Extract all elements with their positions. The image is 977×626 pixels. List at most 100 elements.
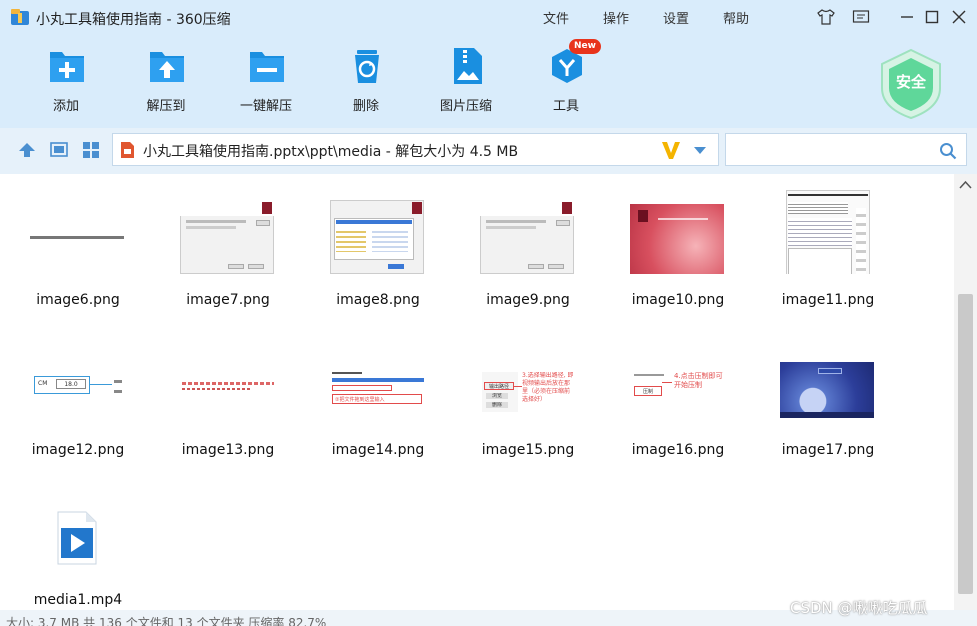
app-logo-icon (11, 9, 29, 25)
new-badge: New (569, 39, 601, 54)
tools-button[interactable]: 工具 (521, 46, 611, 118)
list-view-icon[interactable] (49, 140, 69, 160)
file-name: image12.png (31, 442, 125, 458)
file-name: image16.png (631, 442, 725, 458)
thumbnail (178, 338, 274, 424)
thumbnail: 输出路径 浏览 删除 3.选择输出路径, 即视频输出后放在那里（必须在压缩前选择… (478, 338, 574, 424)
scroll-up-icon[interactable] (959, 180, 972, 190)
path-text: 小丸工具箱使用指南.pptx\ppt\media - 解包大小为 4.5 MB (143, 144, 519, 160)
image-compress-label: 图片压缩 (439, 99, 492, 114)
file-name: image10.png (631, 292, 725, 308)
thumb-btn: 删除 (486, 402, 508, 408)
file-item[interactable]: image8.png (300, 180, 450, 320)
delete-label: 删除 (352, 99, 379, 114)
thumb-value: 18.0 (56, 379, 86, 389)
image-compress-button[interactable]: 图片压缩 (421, 46, 511, 118)
thumb-btn: 浏览 (486, 393, 508, 399)
vertical-scrollbar[interactable] (954, 174, 977, 610)
extract-to-label: 解压到 (146, 99, 186, 114)
file-name: image15.png (481, 442, 575, 458)
thumb-btn: 压制 (634, 386, 662, 396)
app-window: 小丸工具箱使用指南 - 360压缩 文件 操作 设置 帮助 添加 解压到 一键解… (0, 0, 977, 626)
window-title: 小丸工具箱使用指南 - 360压缩 (36, 12, 231, 28)
status-text: 大小: 3.7 MB 共 136 个文件和 13 个文件夹 压缩率 82.7% (6, 616, 327, 626)
thumb-btn: 输出路径 (484, 382, 514, 390)
thumb-note: 4.点击压制即可开始压制 (674, 372, 723, 389)
thumbnail (778, 188, 874, 274)
thumbnail (28, 488, 124, 574)
file-name: image14.png (331, 442, 425, 458)
thumb-note: ②把文件拖到这里输入 (332, 394, 422, 404)
menu-settings[interactable]: 设置 (663, 8, 689, 27)
file-item[interactable]: image9.png (450, 180, 600, 320)
file-item[interactable]: ②把文件拖到这里输入 image14.png (300, 330, 450, 470)
search-input[interactable] (725, 133, 967, 166)
security-shield[interactable]: 安全 (878, 48, 944, 120)
address-bar: 小丸工具箱使用指南.pptx\ppt\media - 解包大小为 4.5 MB (0, 128, 977, 174)
file-name: media1.mp4 (33, 592, 123, 608)
thumbnail: 压制 4.点击压制即可开始压制 (628, 338, 724, 424)
add-button[interactable]: 添加 (21, 46, 111, 118)
file-item[interactable]: image17.png (750, 330, 900, 470)
add-label: 添加 (52, 99, 79, 114)
watermark: CSDN @啾啾吃瓜瓜 (790, 599, 928, 617)
scroll-thumb[interactable] (958, 294, 973, 594)
file-item[interactable]: 压制 4.点击压制即可开始压制 image16.png (600, 330, 750, 470)
delete-icon (355, 50, 379, 83)
file-item[interactable]: image13.png (150, 330, 300, 470)
menu-operation[interactable]: 操作 (603, 8, 629, 27)
security-label: 安全 (896, 73, 927, 91)
file-name: image11.png (781, 292, 875, 308)
thumb-note: 3.选择输出路径, 即视频输出后放在那里（必须在压缩前选择好） (522, 372, 574, 403)
extract-to-icon (150, 52, 184, 82)
maximize-icon[interactable] (922, 7, 942, 27)
close-icon[interactable] (949, 7, 969, 27)
file-item[interactable]: image6.png (0, 180, 150, 320)
file-name: image17.png (781, 442, 875, 458)
minimize-icon[interactable] (897, 7, 917, 27)
v-logo-icon[interactable] (661, 139, 681, 161)
chevron-down-icon[interactable] (693, 145, 707, 155)
file-item[interactable]: image10.png (600, 180, 750, 320)
grid-view-icon[interactable] (81, 140, 101, 160)
search-icon[interactable] (939, 142, 957, 160)
one-click-extract-icon (250, 52, 284, 82)
menu-help[interactable]: 帮助 (723, 8, 749, 27)
file-item[interactable]: 输出路径 浏览 删除 3.选择输出路径, 即视频输出后放在那里（必须在压缩前选择… (450, 330, 600, 470)
thumbnail (778, 338, 874, 424)
delete-button[interactable]: 删除 (321, 46, 411, 118)
thumbnail (28, 188, 124, 274)
shield-icon: 安全 (881, 48, 941, 120)
thumbnail: ②把文件拖到这里输入 (328, 338, 424, 424)
thumbnail (178, 188, 274, 274)
file-name: image8.png (336, 292, 420, 308)
file-name: image6.png (36, 292, 120, 308)
pptx-file-icon (121, 142, 134, 158)
add-icon (50, 52, 84, 82)
one-click-extract-button[interactable]: 一键解压 (221, 46, 311, 118)
file-name: image13.png (181, 442, 275, 458)
extract-to-button[interactable]: 解压到 (121, 46, 211, 118)
file-name: image7.png (186, 292, 270, 308)
feedback-icon[interactable] (851, 7, 871, 27)
title-bar: 小丸工具箱使用指南 - 360压缩 文件 操作 设置 帮助 (0, 0, 977, 34)
tools-label: 工具 (552, 99, 579, 114)
thumbnail: CM 18.0 (28, 338, 124, 424)
up-arrow-icon[interactable] (17, 140, 37, 160)
file-item[interactable]: media1.mp4 (0, 480, 150, 610)
thumbnail (328, 188, 424, 274)
file-grid: image6.png image7.png image8.png image9.… (0, 174, 977, 610)
file-item[interactable]: CM 18.0 image12.png (0, 330, 150, 470)
top-bar: 小丸工具箱使用指南 - 360压缩 文件 操作 设置 帮助 添加 解压到 一键解… (0, 0, 977, 128)
thumbnail (628, 188, 724, 274)
file-item[interactable]: image7.png (150, 180, 300, 320)
file-item[interactable]: image11.png (750, 180, 900, 320)
video-file-icon (57, 511, 97, 565)
image-compress-icon (454, 48, 482, 84)
path-field[interactable]: 小丸工具箱使用指南.pptx\ppt\media - 解包大小为 4.5 MB (112, 133, 719, 166)
thumbnail (478, 188, 574, 274)
skin-icon[interactable] (816, 7, 836, 27)
file-name: image9.png (486, 292, 570, 308)
one-click-extract-label: 一键解压 (239, 99, 292, 114)
menu-file[interactable]: 文件 (543, 8, 569, 27)
